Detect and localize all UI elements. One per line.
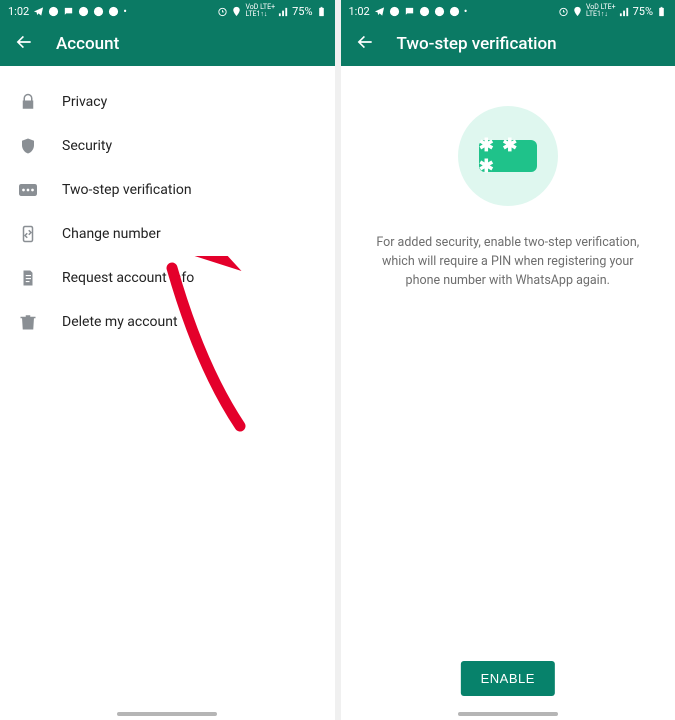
- two-step-description: For added security, enable two-step veri…: [365, 234, 652, 290]
- back-icon[interactable]: [14, 32, 34, 56]
- two-step-content: ✱ ✱ ✱ For added security, enable two-ste…: [341, 66, 675, 720]
- home-indicator[interactable]: [117, 712, 217, 716]
- menu-label: Change number: [62, 226, 161, 242]
- menu-item-change-number[interactable]: Change number: [0, 212, 335, 256]
- location-icon: [572, 6, 583, 17]
- status-time: 1:02: [8, 5, 29, 18]
- menu-list: Privacy Security Two-step verification C…: [0, 66, 335, 720]
- menu-item-delete-account[interactable]: Delete my account: [0, 300, 335, 344]
- more-icon: •: [464, 5, 468, 18]
- menu-label: Two-step verification: [62, 182, 192, 198]
- telegram-icon: [374, 6, 385, 17]
- lock-icon: [18, 92, 38, 112]
- page-title: Two-step verification: [397, 34, 557, 54]
- notif-icon: [419, 6, 430, 17]
- battery-icon: [656, 6, 667, 17]
- status-bar: 1:02 • VoD LTE+LTE1↑↓ 75%: [341, 0, 675, 22]
- document-icon: [18, 268, 38, 288]
- more-icon: •: [123, 5, 127, 18]
- back-icon[interactable]: [355, 32, 375, 56]
- notif-icon: [434, 6, 445, 17]
- lte1-icon: VoD LTE+LTE1↑↓: [586, 4, 616, 18]
- chat-icon: [404, 6, 415, 17]
- two-step-screen: 1:02 • VoD LTE+LTE1↑↓ 75% Two-step verif…: [341, 0, 675, 720]
- menu-item-request-info[interactable]: Request account info: [0, 256, 335, 300]
- telegram-icon: [33, 6, 44, 17]
- page-title: Account: [56, 34, 119, 54]
- notif-icon: [389, 6, 400, 17]
- menu-item-privacy[interactable]: Privacy: [0, 80, 335, 124]
- status-right: VoD LTE+LTE1↑↓ 75%: [558, 4, 667, 18]
- menu-label: Delete my account: [62, 314, 178, 330]
- signal-icon: [278, 6, 289, 17]
- notif-icon: [78, 6, 89, 17]
- status-right: VoD LTE+LTE1↑↓ 75%: [217, 4, 326, 18]
- home-indicator[interactable]: [458, 712, 558, 716]
- alarm-icon: [217, 6, 228, 17]
- location-icon: [231, 6, 242, 17]
- pin-stars-icon: ✱ ✱ ✱: [479, 140, 537, 172]
- signal-icon: [619, 6, 630, 17]
- menu-item-security[interactable]: Security: [0, 124, 335, 168]
- trash-icon: [18, 312, 38, 332]
- status-left: 1:02 •: [349, 5, 468, 18]
- battery-pct: 75%: [633, 5, 653, 18]
- enable-button[interactable]: ENABLE: [461, 661, 555, 696]
- lte1-icon: VoD LTE+LTE1↑↓: [245, 4, 275, 18]
- notif-icon: [48, 6, 59, 17]
- account-screen: 1:02 • VoD LTE+LTE1↑↓ 75% Account: [0, 0, 335, 720]
- status-bar: 1:02 • VoD LTE+LTE1↑↓ 75%: [0, 0, 335, 22]
- battery-pct: 75%: [292, 5, 312, 18]
- status-time: 1:02: [349, 5, 370, 18]
- notif-icon: [93, 6, 104, 17]
- phone-swap-icon: [18, 224, 38, 244]
- menu-item-two-step[interactable]: Two-step verification: [0, 168, 335, 212]
- notif-icon: [108, 6, 119, 17]
- alarm-icon: [558, 6, 569, 17]
- battery-icon: [316, 6, 327, 17]
- pin-icon: [18, 180, 38, 200]
- chat-icon: [63, 6, 74, 17]
- app-bar: Account: [0, 22, 335, 66]
- status-left: 1:02 •: [8, 5, 127, 18]
- pin-badge: ✱ ✱ ✱: [458, 106, 558, 206]
- shield-icon: [18, 136, 38, 156]
- notif-icon: [449, 6, 460, 17]
- menu-label: Request account info: [62, 270, 194, 286]
- menu-label: Privacy: [62, 94, 107, 110]
- app-bar: Two-step verification: [341, 22, 675, 66]
- menu-label: Security: [62, 138, 112, 154]
